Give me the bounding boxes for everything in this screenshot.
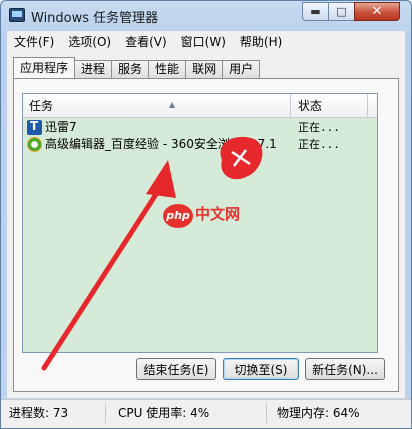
column-task-label: 任务 xyxy=(29,99,54,113)
switch-to-button[interactable]: 切换至(S) xyxy=(223,358,299,380)
tab-networking[interactable]: 联网 xyxy=(185,60,224,78)
xunlei-icon xyxy=(27,118,42,135)
task-name: 高级编辑器_百度经验 - 360安全浏览器 7.1 xyxy=(45,137,277,151)
menu-file[interactable]: 文件(F) xyxy=(7,33,61,50)
window-title: Windows 任务管理器 xyxy=(31,11,159,26)
list-item[interactable]: 高级编辑器_百度经验 - 360安全浏览器 7.1 正在... xyxy=(23,136,377,153)
tab-processes[interactable]: 进程 xyxy=(74,60,113,78)
task-status: 正在... xyxy=(298,121,340,134)
menu-window[interactable]: 窗口(W) xyxy=(174,33,233,50)
task-name: 迅雷7 xyxy=(45,120,77,134)
close-icon: ✕ xyxy=(371,4,383,19)
column-status-label: 状态 xyxy=(298,99,323,113)
new-task-button[interactable]: 新任务(N)... xyxy=(305,358,385,380)
minimize-icon: ▬ xyxy=(310,5,321,18)
task-status: 正在... xyxy=(298,138,340,151)
tab-strip: 应用程序 进程 服务 性能 联网 用户 xyxy=(13,57,261,79)
list-item[interactable]: 迅雷7 正在... xyxy=(23,118,377,136)
tab-applications[interactable]: 应用程序 xyxy=(13,57,76,78)
title-bar[interactable]: Windows 任务管理器 ▬ □ ✕ xyxy=(1,1,411,31)
menu-help[interactable]: 帮助(H) xyxy=(233,33,289,50)
process-count: 进程数: 73 xyxy=(9,406,69,420)
column-header-status[interactable]: 状态 xyxy=(292,94,368,118)
memory-usage: 物理内存: 64% xyxy=(277,406,360,420)
php-watermark: php 中文网 xyxy=(163,203,240,228)
watermark-text: 中文网 xyxy=(195,205,241,223)
list-header: 任务 ▲ 状态 xyxy=(23,94,377,118)
status-bar: 进程数: 73 CPU 使用率: 4% 物理内存: 64% xyxy=(1,399,411,428)
sort-arrow-icon: ▲ xyxy=(169,100,176,109)
tab-services[interactable]: 服务 xyxy=(111,60,150,78)
ie-browser-icon xyxy=(27,137,42,152)
menu-options[interactable]: 选项(O) xyxy=(61,33,118,50)
maximize-icon: □ xyxy=(336,5,347,18)
menu-view[interactable]: 查看(V) xyxy=(118,33,174,50)
menu-bar: 文件(F) 选项(O) 查看(V) 窗口(W) 帮助(H) xyxy=(7,31,405,51)
column-header-task[interactable]: 任务 ▲ xyxy=(23,94,291,118)
cpu-usage: CPU 使用率: 4% xyxy=(118,406,210,420)
tab-users[interactable]: 用户 xyxy=(222,60,261,78)
status-divider xyxy=(266,403,267,423)
tab-performance[interactable]: 性能 xyxy=(148,60,187,78)
minimize-button[interactable]: ▬ xyxy=(302,2,329,21)
watermark-badge: php xyxy=(163,204,193,228)
close-button[interactable]: ✕ xyxy=(354,2,400,21)
maximize-button[interactable]: □ xyxy=(328,2,355,21)
task-manager-app-icon xyxy=(9,8,25,22)
end-task-button[interactable]: 结束任务(E) xyxy=(136,358,216,380)
status-divider xyxy=(105,403,106,423)
